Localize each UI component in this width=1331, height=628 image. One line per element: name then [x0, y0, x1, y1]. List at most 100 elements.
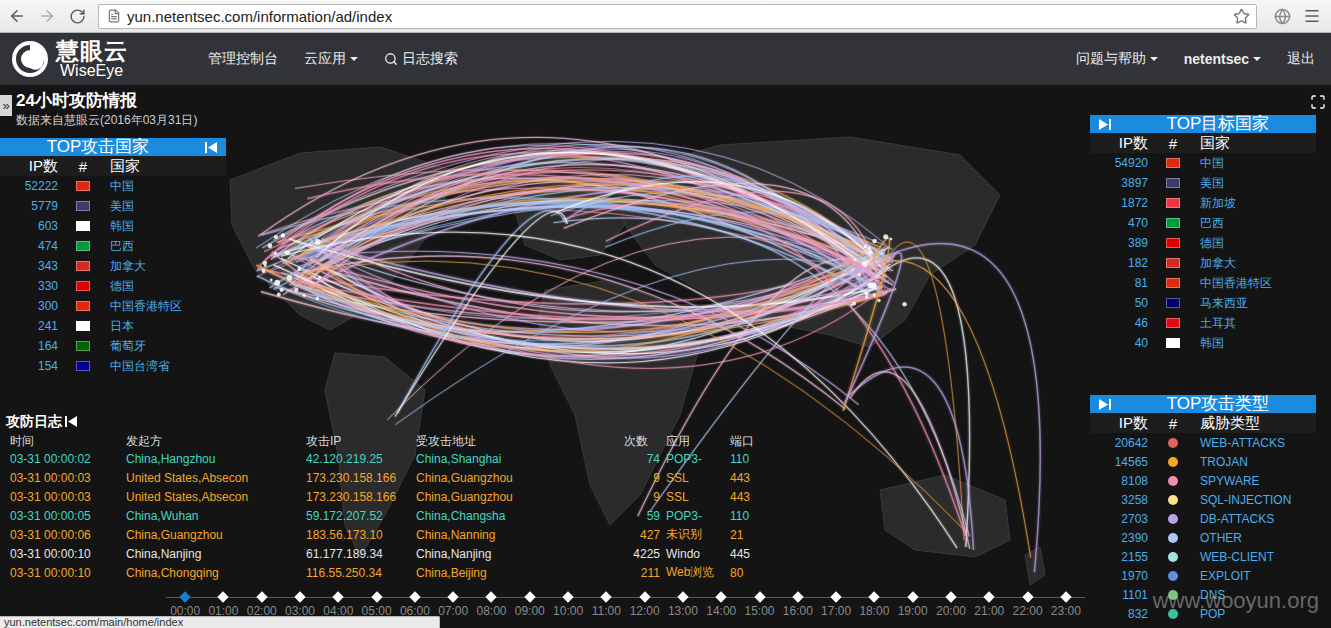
collapse-icon [65, 416, 77, 427]
address-bar[interactable]: yun.netentsec.com/information/ad/index [98, 4, 1257, 29]
ip-count: 8108 [1090, 474, 1148, 488]
back-button[interactable] [4, 3, 30, 29]
log-row: 03-31 00:00:06China,Guangzhou183.56.173.… [0, 525, 1090, 544]
country-name: 中国台湾省 [108, 358, 226, 375]
attack-arcs [256, 137, 1040, 572]
nav-item[interactable]: netentsec [1184, 51, 1261, 67]
timeline-marker[interactable] [218, 591, 229, 602]
timeline-marker[interactable] [179, 591, 190, 602]
log-count: 4225 [624, 547, 660, 561]
ip-count: 5779 [0, 199, 58, 213]
timeline-marker[interactable] [677, 591, 688, 602]
timeline-marker[interactable] [639, 591, 650, 602]
forward-button[interactable] [34, 3, 60, 29]
top-target-countries: TOP目标国家IP数#国家54920中国3897美国1872新加坡470巴西38… [1090, 115, 1316, 353]
menu-button[interactable] [1299, 3, 1325, 29]
country-name: 葡萄牙 [108, 338, 226, 355]
nav-item[interactable]: 问题与帮助 [1076, 50, 1158, 68]
log-port: 80 [730, 566, 780, 580]
log-app: Web浏览 [660, 564, 730, 581]
threat-dot-icon [1168, 514, 1178, 524]
timeline-marker[interactable] [371, 591, 382, 602]
row-mark [1148, 609, 1198, 619]
timeline-label: 20:00 [936, 605, 966, 618]
log-target: China,Changsha [416, 509, 624, 523]
log-row: 03-31 00:00:05China,Wuhan59.172.207.52Ch… [0, 506, 1090, 525]
timeline-marker[interactable] [1022, 591, 1033, 602]
timeline-label: 11:00 [592, 605, 621, 618]
timeline-marker[interactable] [945, 591, 956, 602]
collapse-button[interactable] [1098, 397, 1112, 411]
panel-title: TOP目标国家 [1120, 115, 1316, 133]
log-source: China,Nanjing [126, 547, 306, 561]
extension-button[interactable] [1269, 3, 1295, 29]
page-icon [107, 9, 121, 23]
log-time: 03-31 00:00:03 [10, 471, 126, 485]
nav-item[interactable]: 日志搜索 [384, 50, 458, 68]
timeline-marker[interactable] [830, 591, 841, 602]
timeline-marker[interactable] [448, 591, 459, 602]
timeline-marker[interactable] [562, 591, 573, 602]
timeline-marker[interactable] [869, 591, 880, 602]
timeline-marker[interactable] [792, 591, 803, 602]
column-header: IP数#威胁类型 [1090, 413, 1316, 433]
timeline-tick: 04:00 [319, 590, 357, 618]
country-name: 土耳其 [1198, 315, 1316, 332]
timeline-marker[interactable] [754, 591, 765, 602]
timeline-marker[interactable] [907, 591, 918, 602]
side-handle[interactable]: » [0, 95, 12, 116]
collapse-icon [205, 142, 217, 153]
nav-item[interactable]: 云应用 [304, 50, 358, 68]
timeline-tick: 01:00 [204, 590, 242, 618]
timeline: 00:0001:0002:0003:0004:0005:0006:0007:00… [166, 590, 1085, 618]
threat-dot-icon [1168, 590, 1178, 600]
timeline-marker[interactable] [1060, 591, 1071, 602]
timeline-marker[interactable] [486, 591, 497, 602]
row-mark [1148, 198, 1198, 208]
fullscreen-button[interactable] [1309, 93, 1327, 111]
column-label: IP数 [1090, 134, 1148, 153]
collapse-icon [1099, 399, 1111, 410]
country-name: 中国香港特区 [108, 298, 226, 315]
flag-icon [1166, 238, 1180, 248]
timeline-label: 19:00 [898, 605, 928, 618]
timeline-tick: 20:00 [932, 590, 970, 618]
flag-icon [76, 221, 90, 231]
timeline-tick: 06:00 [396, 590, 434, 618]
timeline-marker[interactable] [294, 591, 305, 602]
reload-button[interactable] [64, 3, 90, 29]
timeline-marker[interactable] [524, 591, 535, 602]
collapse-button[interactable] [1098, 117, 1112, 131]
timeline-marker[interactable] [256, 591, 267, 602]
panel-header: TOP目标国家 [1090, 115, 1316, 133]
nav-item[interactable]: 管理控制台 [208, 50, 278, 68]
timeline-tick: 12:00 [626, 590, 664, 618]
timeline-label: 23:00 [1051, 605, 1081, 618]
collapse-button[interactable] [204, 140, 218, 154]
stat-row: 182加拿大 [1090, 253, 1316, 273]
timeline-marker[interactable] [601, 591, 612, 602]
ip-count: 50 [1090, 296, 1148, 310]
log-source: China,Wuhan [126, 509, 306, 523]
ip-count: 241 [0, 319, 58, 333]
stat-row: 2155WEB-CLIENT [1090, 547, 1316, 566]
threat-type: DB-ATTACKS [1198, 512, 1316, 526]
column-label: # [1148, 135, 1198, 152]
stat-row: 300中国香港特区 [0, 296, 226, 316]
timeline-label: 15:00 [745, 605, 775, 618]
logo[interactable]: 慧眼云WiseEye [10, 39, 128, 79]
log-app: 未识别 [660, 526, 730, 543]
timeline-tick: 19:00 [894, 590, 932, 618]
timeline-marker[interactable] [716, 591, 727, 602]
nav-item[interactable]: 退出 [1287, 50, 1315, 68]
nav-user-menu: 问题与帮助 netentsec 退出 [1076, 50, 1315, 68]
nav-menu: 管理控制台 云应用 日志搜索 [208, 50, 458, 68]
ip-count: 389 [1090, 236, 1148, 250]
star-icon[interactable] [1233, 8, 1250, 25]
timeline-marker[interactable] [409, 591, 420, 602]
timeline-marker[interactable] [333, 591, 344, 602]
row-mark [1148, 457, 1198, 467]
page-subtitle: 数据来自慧眼云(2016年03月31日) [16, 112, 197, 128]
timeline-marker[interactable] [984, 591, 995, 602]
timeline-tick: 22:00 [1008, 590, 1046, 618]
